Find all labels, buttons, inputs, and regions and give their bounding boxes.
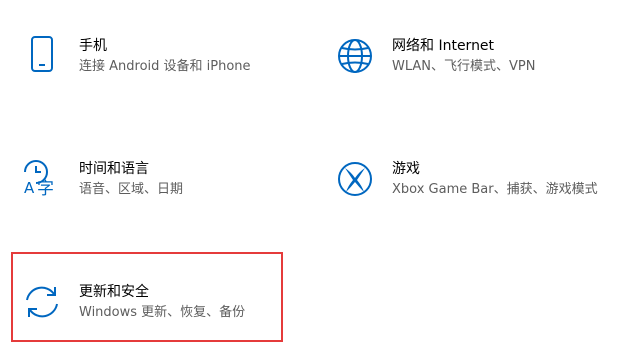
settings-tile-gaming[interactable]: 游戏 Xbox Game Bar、捕获、游戏模式 (335, 159, 615, 229)
tile-title: 手机 (79, 38, 107, 54)
globe-icon (335, 36, 375, 76)
xbox-icon (335, 159, 375, 199)
tile-description: 语音、区域、日期 (79, 182, 184, 197)
settings-tile-network[interactable]: 网络和 Internet WLAN、飞行模式、VPN (335, 36, 615, 106)
tile-title: 网络和 Internet (392, 38, 495, 54)
settings-tile-time-language[interactable]: A 字 时间和语言 语音、区域、日期 (22, 159, 302, 229)
tile-title: 更新和安全 (79, 284, 149, 300)
sync-icon (22, 282, 62, 322)
svg-text:A: A (24, 179, 35, 197)
svg-text:字: 字 (37, 179, 54, 199)
tile-description: Xbox Game Bar、捕获、游戏模式 (392, 182, 598, 197)
tile-description: WLAN、飞行模式、VPN (392, 59, 536, 74)
tile-title: 游戏 (392, 161, 420, 177)
tile-description: Windows 更新、恢复、备份 (79, 305, 246, 320)
tile-title: 时间和语言 (79, 161, 149, 177)
tile-description: 连接 Android 设备和 iPhone (79, 59, 251, 74)
settings-tile-update-security[interactable]: 更新和安全 Windows 更新、恢复、备份 (22, 282, 302, 352)
time-language-icon: A 字 (22, 159, 62, 199)
settings-tile-phone[interactable]: 手机 连接 Android 设备和 iPhone (22, 36, 302, 106)
phone-icon (22, 36, 62, 76)
